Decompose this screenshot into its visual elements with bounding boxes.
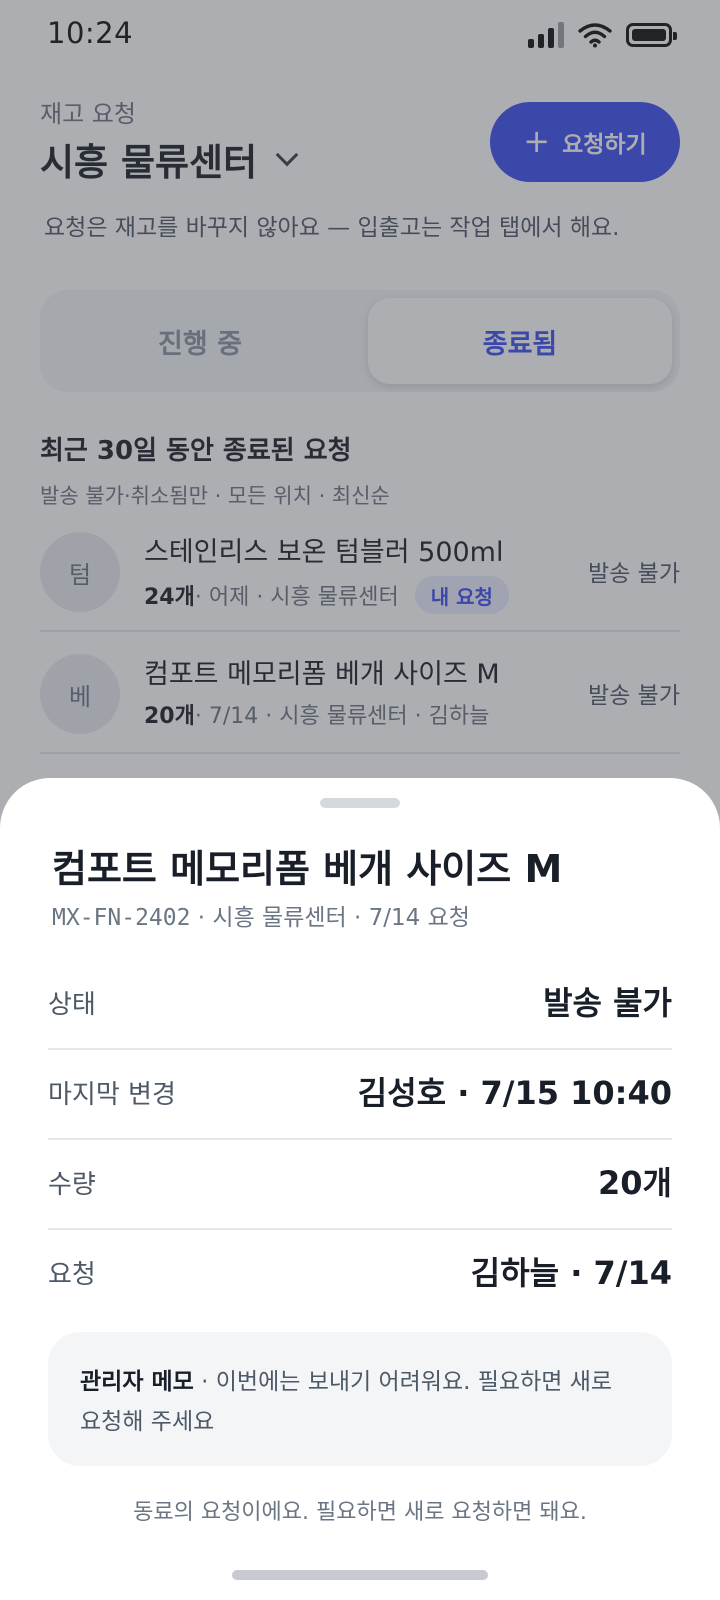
screen: 10:24 재고 요청 시흥 물류센터 + 요청하기 요청은 재고를 바꾸지 않… (0, 0, 720, 1600)
detail-row-requester: 요청 김하늘 · 7/14 (48, 1230, 672, 1320)
item-sku: MX-FN-2402 (52, 905, 191, 931)
request-detail-sheet: 컴포트 메모리폼 베개 사이즈 M MX-FN-2402 · 시흥 물류센터 ·… (0, 778, 720, 1600)
detail-row-last-change: 마지막 변경 김성호 · 7/15 10:40 (48, 1050, 672, 1140)
detail-value: 김성호 · 7/15 10:40 (357, 1074, 672, 1112)
sheet-footer-note: 동료의 요청이에요. 필요하면 새로 요청하면 돼요. (133, 1500, 587, 1525)
detail-row-quantity: 수량 20개 (48, 1140, 672, 1230)
detail-label: 요청 (48, 1260, 96, 1290)
detail-label: 상태 (48, 990, 96, 1020)
sheet-subtitle-text: · 시흥 물류센터 · 7/14 요청 (190, 905, 470, 931)
detail-value: 20개 (598, 1164, 672, 1202)
admin-memo: 관리자 메모 · 이번에는 보내기 어려워요. 필요하면 새로 요청해 주세요 (48, 1332, 672, 1466)
detail-row-status: 상태 발송 불가 (48, 960, 672, 1050)
detail-value: 김하늘 · 7/14 (470, 1254, 672, 1292)
detail-label: 수량 (48, 1170, 96, 1200)
sheet-grabber[interactable] (320, 798, 400, 808)
detail-label: 마지막 변경 (48, 1080, 176, 1110)
sheet-subtitle: MX-FN-2402 · 시흥 물류센터 · 7/14 요청 (52, 898, 470, 932)
detail-value: 발송 불가 (543, 984, 672, 1022)
sheet-title: 컴포트 메모리폼 베개 사이즈 M (52, 847, 563, 891)
home-indicator[interactable] (232, 1570, 488, 1580)
memo-label: 관리자 메모 (80, 1369, 194, 1395)
